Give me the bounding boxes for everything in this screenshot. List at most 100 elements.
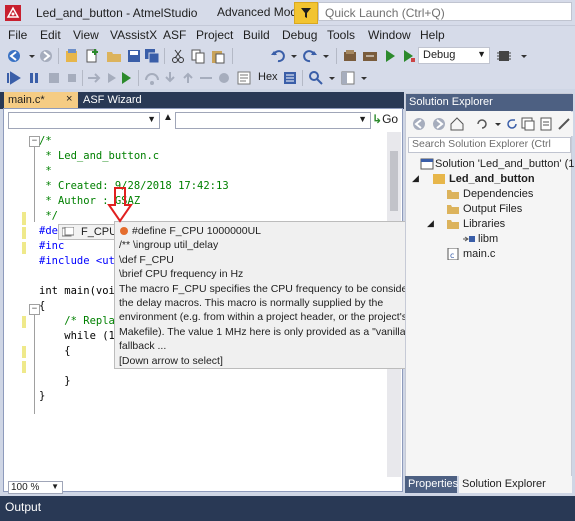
properties-icon[interactable] bbox=[556, 116, 572, 132]
breakpoint-icon[interactable] bbox=[216, 70, 232, 86]
tree-item-libraries[interactable]: Libraries bbox=[463, 218, 505, 230]
layout-icon[interactable] bbox=[340, 70, 356, 86]
menu-asf[interactable]: ASF bbox=[163, 28, 186, 42]
back-icon[interactable] bbox=[411, 116, 427, 132]
quick-launch-input[interactable]: Quick Launch (Ctrl+Q) bbox=[318, 2, 572, 21]
chevron-down-icon: ▼ bbox=[477, 49, 486, 59]
restart-icon[interactable] bbox=[64, 70, 80, 86]
navigation-scope-select[interactable]: ▼ bbox=[8, 112, 160, 129]
sync-icon[interactable] bbox=[474, 116, 490, 132]
tab-properties[interactable]: Properties bbox=[405, 476, 458, 493]
run-to-cursor-icon[interactable] bbox=[198, 70, 214, 86]
disassembly-icon[interactable] bbox=[236, 70, 252, 86]
redo-dropdown-icon[interactable] bbox=[318, 48, 334, 64]
layout-dropdown-icon[interactable] bbox=[356, 70, 372, 86]
tree-item-libm[interactable]: libm bbox=[478, 233, 498, 245]
close-icon[interactable]: × bbox=[66, 93, 72, 105]
code-line[interactable]: #inc bbox=[39, 239, 64, 254]
forward-icon[interactable] bbox=[38, 48, 54, 64]
menu-file[interactable]: File bbox=[8, 28, 27, 42]
menu-help[interactable]: Help bbox=[420, 28, 445, 42]
quickinfo-completion-item[interactable]: F_CPU bbox=[58, 224, 117, 240]
tree-item-output-files[interactable]: Output Files bbox=[463, 203, 522, 215]
show-all-files-icon[interactable] bbox=[538, 116, 554, 132]
step-over-icon[interactable] bbox=[144, 70, 160, 86]
redo-icon[interactable] bbox=[302, 48, 318, 64]
cut-icon[interactable] bbox=[170, 48, 186, 64]
start-without-debugging-icon[interactable] bbox=[382, 48, 398, 64]
menu-debug[interactable]: Debug bbox=[282, 28, 317, 42]
new-project-icon[interactable] bbox=[64, 48, 80, 64]
expand-arrow-icon[interactable]: ◢ bbox=[427, 218, 434, 229]
save-all-icon[interactable] bbox=[144, 48, 160, 64]
save-icon[interactable] bbox=[126, 48, 142, 64]
refresh-icon[interactable] bbox=[504, 116, 520, 132]
collapse-all-icon[interactable] bbox=[520, 116, 536, 132]
go-button[interactable]: ↳Go bbox=[372, 112, 398, 126]
expand-arrow-icon[interactable]: ◢ bbox=[412, 173, 419, 184]
code-line[interactable]: } bbox=[39, 389, 45, 404]
zoom-level-select[interactable]: 100 % ▼ bbox=[8, 481, 63, 494]
continue-icon[interactable] bbox=[118, 70, 134, 86]
build-icon[interactable] bbox=[342, 48, 358, 64]
find-dropdown-icon[interactable] bbox=[324, 70, 340, 86]
paste-icon[interactable] bbox=[210, 48, 226, 64]
tree-item-dependencies[interactable]: Dependencies bbox=[463, 188, 533, 200]
tab-solution-explorer[interactable]: Solution Explorer bbox=[459, 476, 572, 493]
undo-dropdown-icon[interactable] bbox=[286, 48, 302, 64]
start-debugging-icon[interactable] bbox=[400, 48, 416, 64]
menu-edit[interactable]: Edit bbox=[40, 28, 61, 42]
tree-item-main-c[interactable]: main.c bbox=[463, 248, 495, 260]
code-line[interactable]: int main(void bbox=[39, 284, 121, 299]
code-line[interactable]: * Led_and_button.c bbox=[39, 149, 159, 164]
toolbar-options-icon[interactable] bbox=[516, 48, 532, 64]
menu-view[interactable]: View bbox=[73, 28, 99, 42]
code-line[interactable]: * Created: 9/28/2018 17:42:13 bbox=[39, 179, 228, 194]
code-line[interactable]: /* bbox=[39, 134, 52, 149]
build-solution-icon[interactable] bbox=[362, 48, 378, 64]
forward-icon[interactable] bbox=[431, 116, 447, 132]
step-into-function-icon[interactable] bbox=[162, 70, 178, 86]
tab-main-c[interactable]: main.c* × bbox=[4, 92, 78, 109]
scrollbar-thumb[interactable] bbox=[390, 151, 398, 211]
solution-configuration-select[interactable]: Debug ▼ bbox=[418, 47, 490, 64]
menu-tools[interactable]: Tools bbox=[327, 28, 355, 42]
code-line[interactable]: while (1) bbox=[39, 329, 121, 344]
break-all-icon[interactable] bbox=[26, 70, 42, 86]
step-out-icon[interactable] bbox=[180, 70, 196, 86]
navigation-member-select[interactable]: ▼ bbox=[175, 112, 371, 129]
document-tab-bar: main.c* × ASF Wizard bbox=[0, 92, 404, 109]
stop-debugging-icon[interactable] bbox=[46, 70, 62, 86]
macro-icon bbox=[62, 227, 74, 237]
memory-window-icon[interactable] bbox=[282, 70, 298, 86]
tab-asf-wizard[interactable]: ASF Wizard bbox=[83, 94, 142, 106]
code-line[interactable]: */ bbox=[39, 209, 58, 224]
code-line[interactable]: * bbox=[39, 164, 51, 179]
menu-window[interactable]: Window bbox=[368, 28, 411, 42]
code-line[interactable]: } bbox=[39, 374, 70, 389]
solution-explorer-search[interactable]: Search Solution Explorer (Ctrl bbox=[408, 137, 571, 153]
tree-item-solution[interactable]: Solution 'Led_and_button' (1 p bbox=[435, 158, 575, 170]
add-item-icon[interactable] bbox=[84, 48, 100, 64]
menu-project[interactable]: Project bbox=[196, 28, 233, 42]
find-in-files-icon[interactable] bbox=[308, 70, 324, 86]
tree-item-project[interactable]: Led_and_button bbox=[449, 173, 535, 185]
code-line[interactable]: { bbox=[39, 299, 45, 314]
device-programming-icon[interactable] bbox=[496, 48, 512, 64]
code-line[interactable]: { bbox=[39, 344, 70, 359]
output-tab[interactable]: Output bbox=[5, 500, 41, 514]
back-icon[interactable] bbox=[6, 48, 22, 64]
filter-button[interactable] bbox=[294, 2, 318, 24]
home-icon[interactable] bbox=[449, 116, 465, 132]
copy-icon[interactable] bbox=[190, 48, 206, 64]
open-file-icon[interactable] bbox=[106, 48, 122, 64]
menu-build[interactable]: Build bbox=[243, 28, 270, 42]
menu-vassistx[interactable]: VAssistX bbox=[110, 28, 157, 42]
start-debugging-break-icon[interactable] bbox=[6, 70, 22, 86]
undo-icon[interactable] bbox=[270, 48, 286, 64]
hex-display-button[interactable]: Hex bbox=[258, 71, 278, 83]
show-next-statement-icon[interactable] bbox=[86, 70, 102, 86]
code-line[interactable]: #include <uti bbox=[39, 254, 121, 269]
advanced-mode-label[interactable]: Advanced Mode bbox=[217, 5, 304, 19]
solution-icon bbox=[420, 158, 434, 170]
